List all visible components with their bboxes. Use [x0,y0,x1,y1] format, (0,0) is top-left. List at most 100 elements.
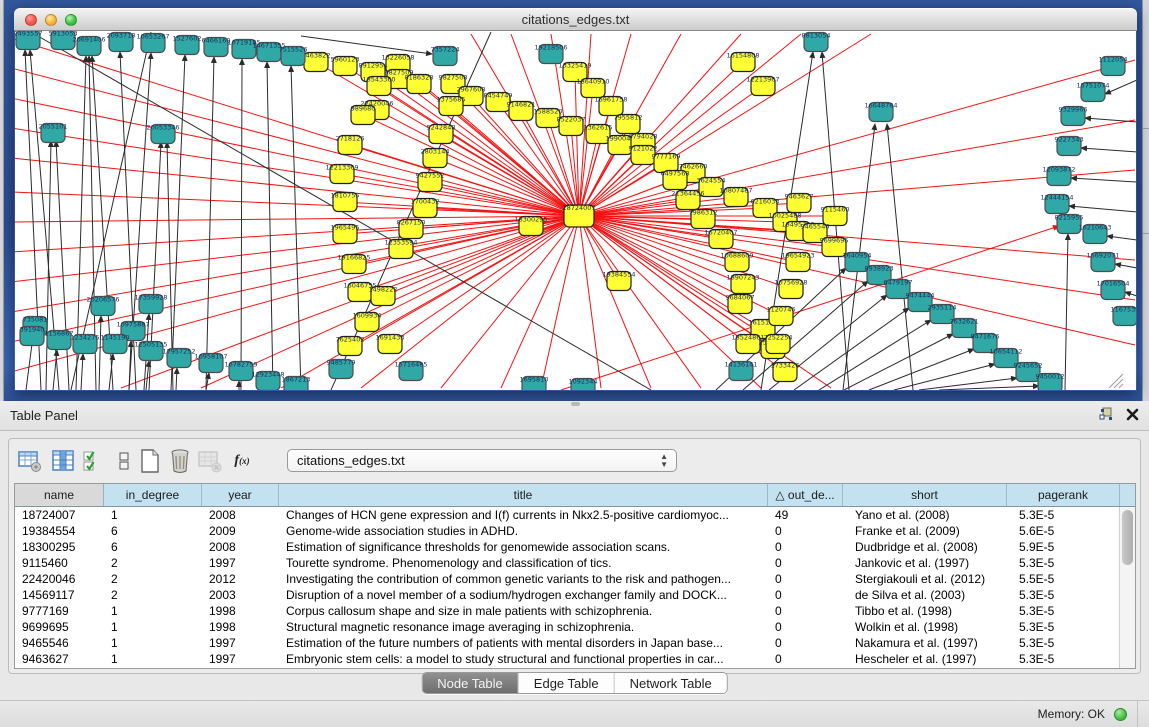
graph-node[interactable]: 14136141 [724,361,757,381]
graph-node[interactable]: 1965495 [331,224,360,244]
graph-node[interactable]: 1112054 [1099,56,1128,76]
graph-node[interactable]: 12353594 [384,239,417,259]
table-cell[interactable]: 1 [104,635,202,651]
graph-node[interactable]: 19384554 [602,271,635,291]
graph-node[interactable]: 1092344 [569,378,598,391]
table-cell[interactable]: Tourette syndrome. Phenomenology and cla… [279,555,768,571]
table-cell[interactable]: 9463627 [15,651,104,667]
graph-node[interactable]: 17957252 [162,348,195,368]
graph-node[interactable]: 12444154 [1040,194,1073,214]
graph-node[interactable]: 9684067 [726,294,755,314]
graph-node[interactable]: 7515526 [279,46,308,66]
tab-node-table[interactable]: Node Table [422,673,519,693]
table-row[interactable]: 911546021997Tourette syndrome. Phenomeno… [15,555,1135,571]
graph-node[interactable]: 5242848 [427,124,456,144]
table-cell[interactable]: 5.6E-5 [1007,523,1120,539]
table-cell[interactable]: Genome-wide association studies in ADHD. [279,523,768,539]
table-cell[interactable]: 9699695 [15,619,104,635]
citation-network-graph[interactable]: 1872400713226058982750981863289827508296… [15,31,1136,390]
graph-node[interactable]: 1695810 [520,376,549,391]
graph-node[interactable]: 9427552 [416,172,445,192]
graph-node[interactable]: 15716485 [394,361,427,381]
table-cell[interactable]: 0 [768,635,843,651]
network-graph-canvas[interactable]: 1872400713226058982750981863289827508296… [15,31,1136,390]
graph-node[interactable]: 1145190 [101,334,130,354]
graph-node[interactable]: 1700432 [411,198,440,218]
graph-node[interactable]: 8813054 [802,32,831,52]
graph-node[interactable]: 16154808 [726,52,759,72]
table-cell[interactable]: 1997 [202,555,279,571]
table-scrollbar[interactable] [1119,507,1135,668]
column-header-short[interactable]: short [843,484,1007,506]
table-cell[interactable]: 1997 [202,635,279,651]
graph-node[interactable]: 8267150 [397,219,426,239]
table-cell[interactable]: 14569117 [15,587,104,603]
table-scrollbar-thumb[interactable] [1122,510,1133,565]
graph-node[interactable]: 9463627 [785,193,814,213]
graph-node[interactable]: 8186328 [405,74,434,94]
tab-edge-table[interactable]: Edge Table [519,673,615,693]
show-columns-button[interactable] [50,448,76,474]
table-cell[interactable]: Nakamura et al. (1997) [843,635,1007,651]
close-panel-icon[interactable] [1126,408,1139,426]
graph-node[interactable]: 6466160 [202,37,231,57]
graph-node[interactable]: 2055101 [39,123,68,143]
table-cell[interactable]: Franke et al. (2009) [843,523,1007,539]
table-cell[interactable]: 19384554 [15,523,104,539]
graph-node[interactable]: 1609934 [353,312,382,332]
column-header-pagerank[interactable]: pagerank [1007,484,1120,506]
table-cell[interactable]: 2009 [202,523,279,539]
graph-node[interactable]: 12213369 [325,164,358,184]
table-cell[interactable]: 0 [768,651,843,667]
minimize-button[interactable] [45,14,57,26]
table-cell[interactable]: Tibbo et al. (1998) [843,603,1007,619]
graph-node[interactable]: 1810755 [331,192,360,212]
table-cell[interactable]: Corpus callosum shape and size in male p… [279,603,768,619]
table-cell[interactable]: 0 [768,523,843,539]
table-cell[interactable]: 2008 [202,507,279,523]
graph-node[interactable]: 15692071 [1086,252,1119,272]
graph-node[interactable]: 1498222 [369,286,398,306]
column-header-name[interactable]: name [15,484,104,506]
graph-node[interactable]: 7357224 [431,46,460,66]
table-row[interactable]: 1938455462009Genome-wide association stu… [15,523,1135,539]
graph-node[interactable]: 7986312 [689,209,718,229]
graph-node[interactable]: 21364456 [671,190,704,210]
column-header-out-degree[interactable]: △ out_de... [768,484,843,506]
table-body[interactable]: 1872400712008Changes of HCN gene express… [15,507,1135,667]
table-cell[interactable]: Hescheler et al. (1997) [843,651,1007,667]
network-window-titlebar[interactable]: citations_edges.txt [14,8,1137,31]
graph-node[interactable]: 8522037 [557,116,586,136]
table-cell[interactable]: 5.3E-5 [1007,651,1120,667]
graph-node[interactable]: 20206576 [86,296,119,316]
graph-node[interactable]: 10653267 [136,33,169,53]
table-cell[interactable]: 2012 [202,571,279,587]
graph-node[interactable]: 7955812 [614,114,643,134]
graph-node[interactable]: 1527602 [173,35,202,55]
graph-node[interactable]: 19166825 [337,254,370,274]
table-cell[interactable]: 9115460 [15,555,104,571]
graph-node[interactable]: 15751074 [1076,82,1109,102]
graph-node[interactable]: 1691433 [376,334,405,354]
graph-node[interactable]: 16210643 [1078,224,1111,244]
table-row[interactable]: 1456911722003Disruption of a novel membe… [15,587,1135,603]
graph-node[interactable]: 12213967 [746,76,779,96]
table-cell[interactable]: 0 [768,571,843,587]
function-builder-button[interactable]: f(x) [229,448,255,474]
table-cell[interactable]: 18724007 [15,507,104,523]
table-cell[interactable]: Yano et al. (2008) [843,507,1007,523]
table-cell[interactable]: 1997 [202,651,279,667]
table-cell[interactable]: 0 [768,539,843,555]
table-cell[interactable]: 9465546 [15,635,104,651]
table-cell[interactable]: 5.3E-5 [1007,555,1120,571]
table-cell[interactable]: 6 [104,523,202,539]
table-cell[interactable]: 5.3E-5 [1007,619,1120,635]
graph-node[interactable]: 16720407 [704,229,737,249]
table-row[interactable]: 1872400712008Changes of HCN gene express… [15,507,1135,523]
table-cell[interactable]: Embryonic stem cells: a model to study s… [279,651,768,667]
graph-node[interactable]: 9146821 [507,101,536,121]
table-cell[interactable]: 2 [104,587,202,603]
table-cell[interactable]: 9777169 [15,603,104,619]
table-cell[interactable]: 1998 [202,619,279,635]
graph-node[interactable]: 989680 [351,105,376,125]
